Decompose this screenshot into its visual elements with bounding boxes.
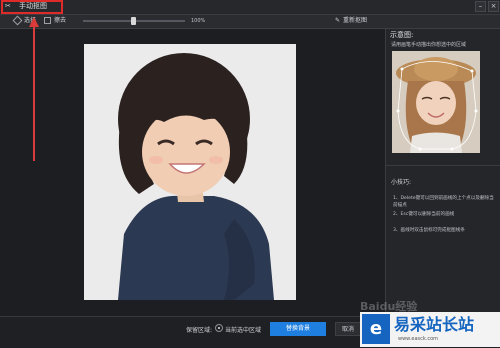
diamond-select-icon <box>12 15 23 26</box>
site-url: www.easck.com <box>398 336 439 342</box>
sample-girl-image <box>392 51 480 153</box>
sample-title: 示意图: <box>390 31 414 39</box>
toolbar <box>0 15 500 29</box>
cancel-button[interactable]: 取消 <box>335 322 361 336</box>
sample-description: 请用画笔手动描出你想选中的区域 <box>391 42 467 48</box>
brush-icon: ✎ <box>335 17 341 24</box>
erase-tool-button[interactable]: 擦去 <box>44 16 66 26</box>
reset-cutout-label: 重新抠图 <box>343 17 368 24</box>
minimize-button[interactable]: – <box>475 1 486 12</box>
tip-item: 2、Esc键可以删除当前的画线 <box>393 212 455 217</box>
annotation-arrow-line <box>33 26 35 161</box>
site-logo: e <box>362 314 390 344</box>
radio-selected-area[interactable] <box>215 324 223 332</box>
site-name: 易采站长站 <box>394 315 475 334</box>
panel-divider <box>386 165 500 166</box>
annotation-highlight-box <box>1 0 63 14</box>
keep-area-label: 保留区域: <box>186 327 213 334</box>
photo-canvas-image[interactable] <box>84 44 296 300</box>
reset-cutout-button[interactable]: ✎ 重新抠图 <box>335 16 367 26</box>
title-bar <box>0 0 500 15</box>
replace-background-button[interactable]: 替换背景 <box>270 322 326 336</box>
tip-item: 1、Delete键可以回到前画线的上个点以及删除当前描点 <box>393 196 494 208</box>
child-portrait-image <box>84 44 296 300</box>
erase-tool-label: 擦去 <box>54 17 67 24</box>
sample-image <box>392 51 480 153</box>
tip-item: 3、画线时双击鼠标可完成抠图线条 <box>393 228 465 233</box>
radio-selected-dot <box>218 327 220 329</box>
selected-area-label[interactable]: 当前选中区域 <box>225 325 261 334</box>
eraser-icon <box>44 17 51 24</box>
zoom-slider-handle[interactable] <box>131 17 136 25</box>
zoom-value: 100% <box>191 18 206 24</box>
close-button[interactable]: × <box>488 1 499 12</box>
tips-title: 小技巧: <box>391 179 412 186</box>
